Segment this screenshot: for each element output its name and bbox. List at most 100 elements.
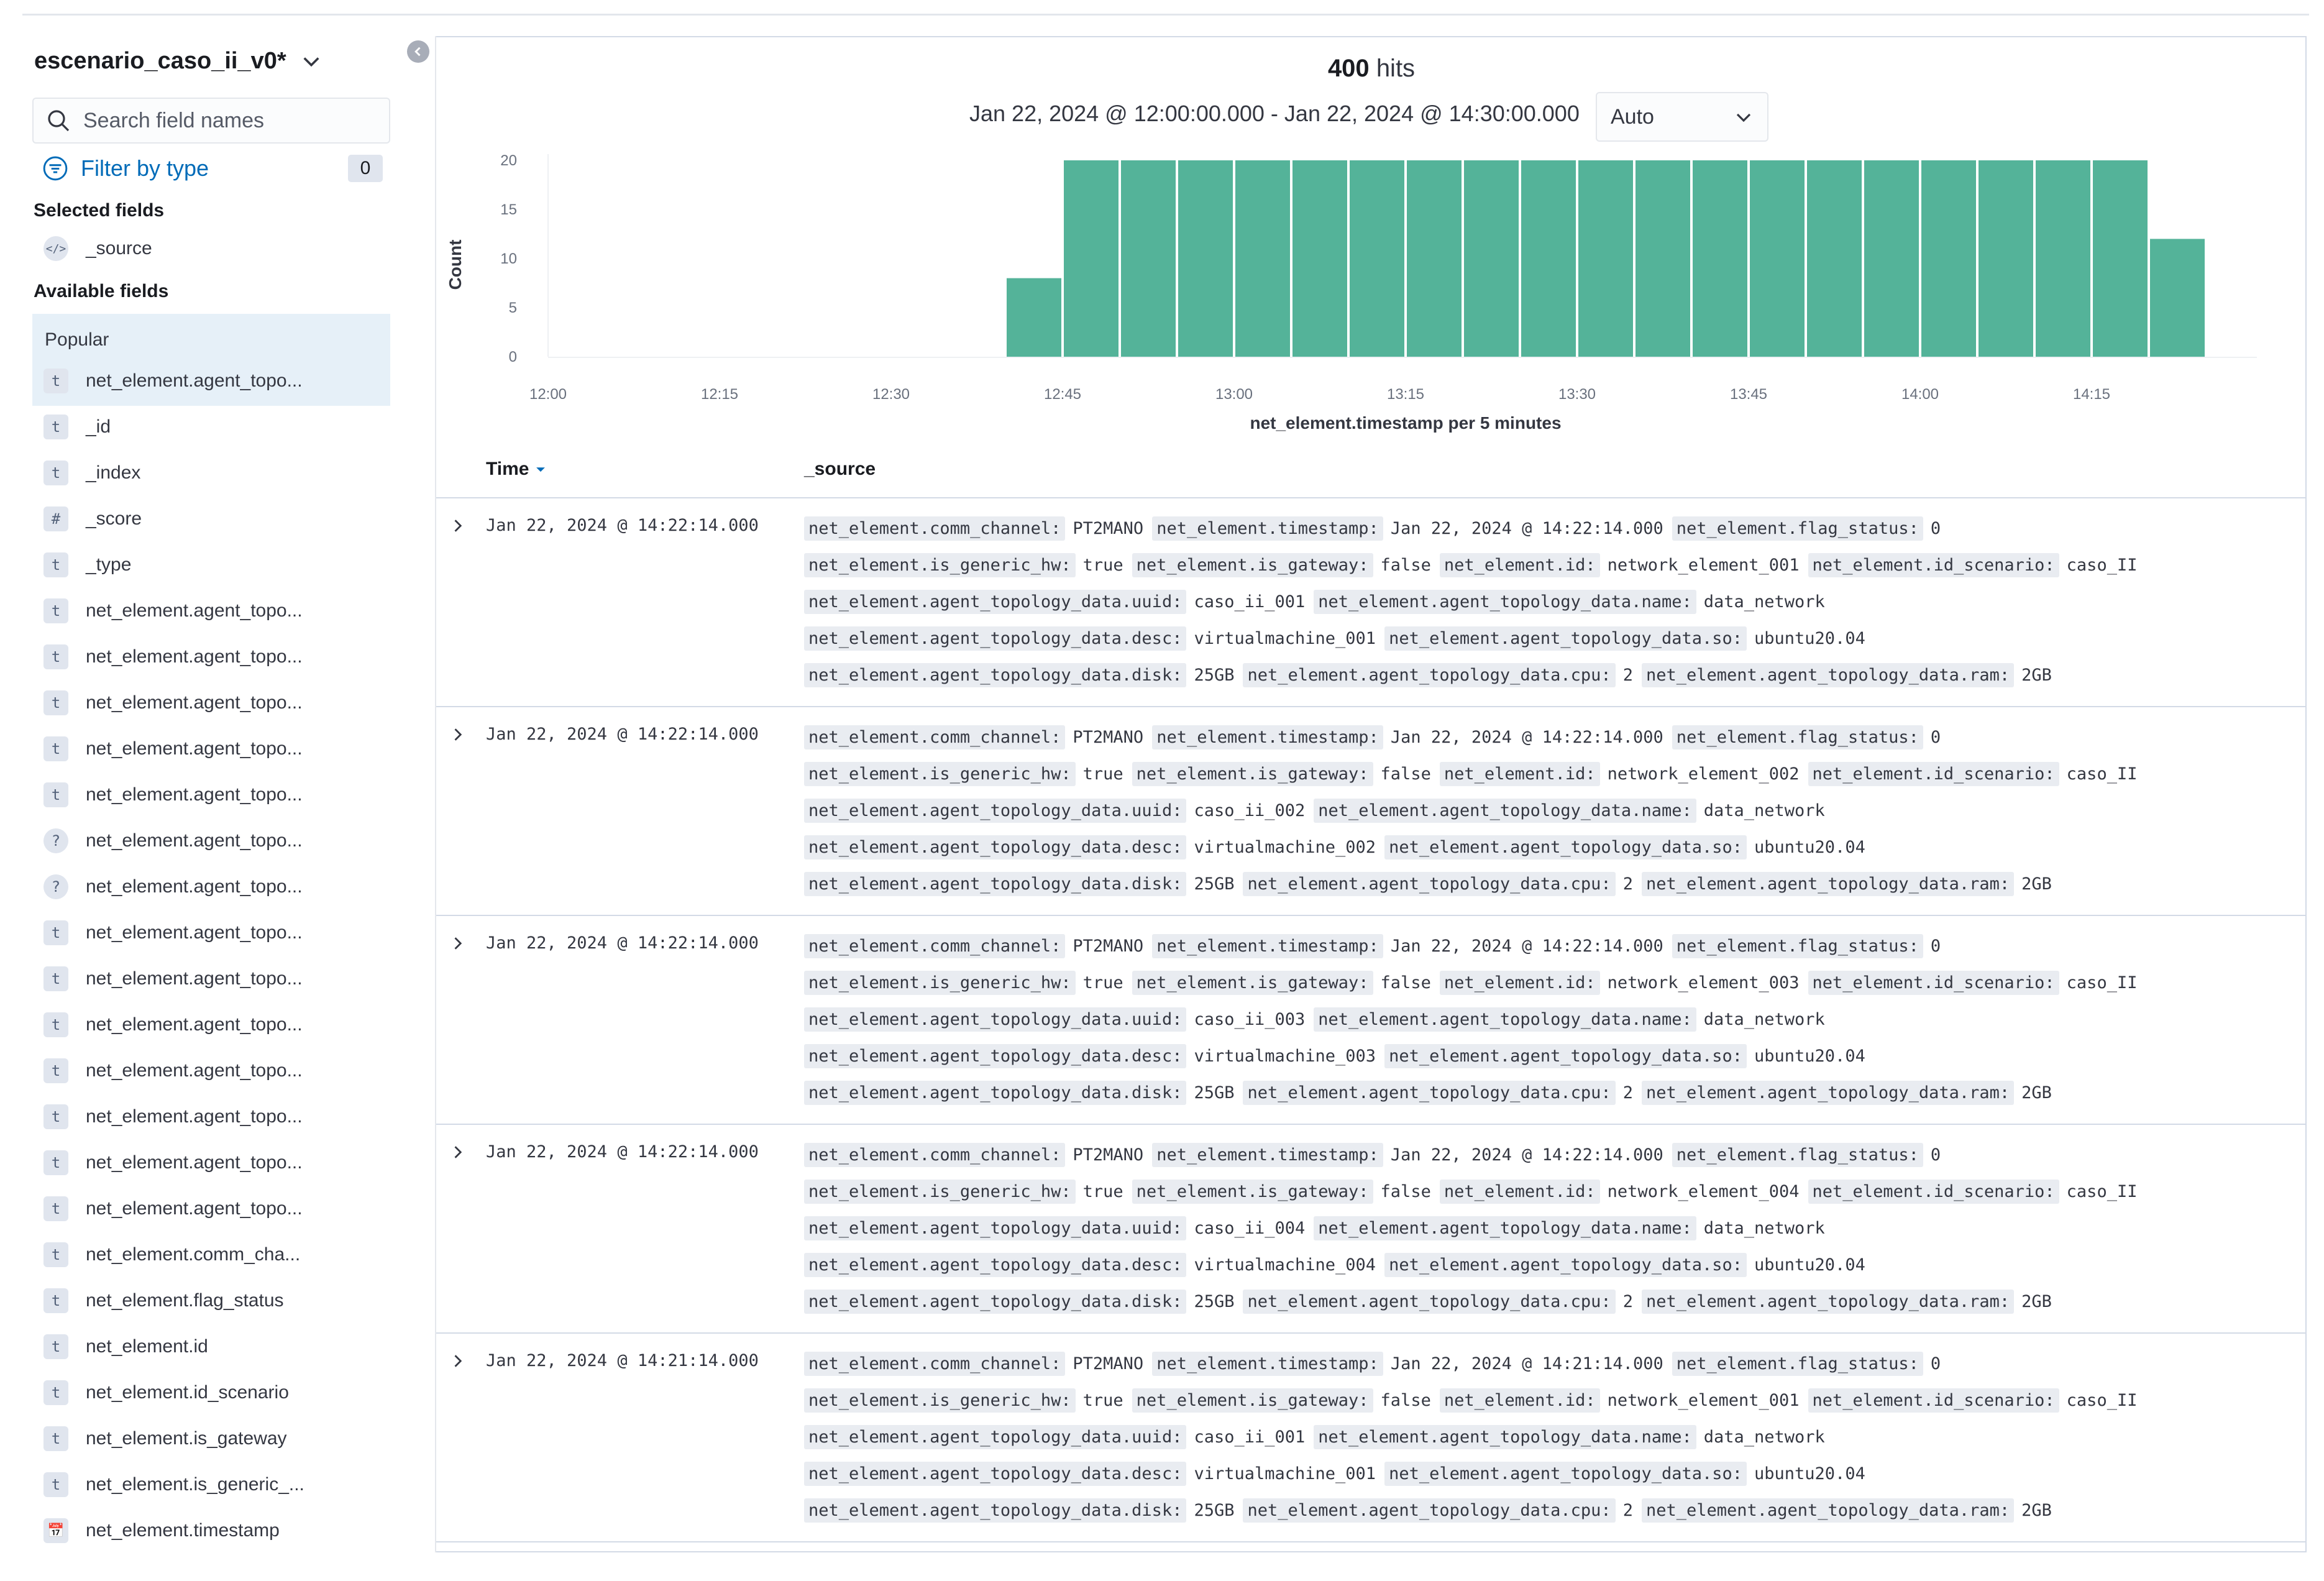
document-timestamp: Jan 22, 2024 @ 14:22:14.000 (486, 516, 759, 535)
filter-label: Filter by type (81, 155, 209, 181)
source-field-key: net_element.id: (1439, 552, 1600, 577)
string-type-icon: t (43, 1334, 68, 1359)
field-item[interactable]: # _score (32, 501, 390, 537)
source-field-key: net_element.comm_channel: (804, 1351, 1066, 1376)
string-type-icon: t (43, 966, 68, 991)
field-item[interactable]: t _type (32, 547, 390, 583)
source-field-key: net_element.agent_topology_data.name: (1314, 1424, 1696, 1449)
histogram-bar (1235, 160, 1290, 357)
field-item[interactable]: t net_element.agent_topo... (32, 1007, 390, 1043)
filter-by-type-button[interactable]: Filter by type 0 (42, 152, 383, 185)
chevron-right-icon (454, 728, 462, 741)
field-item[interactable]: t net_element.agent_topo... (32, 1145, 390, 1181)
source-field-value: virtualmachine_003 (1194, 1046, 1376, 1066)
source-field-value: network_element_003 (1607, 973, 1800, 992)
source-line: net_element.agent_topology_data.desc: vir… (804, 832, 1874, 862)
source-field-value: false (1380, 1390, 1431, 1410)
chevron-right-icon (454, 520, 462, 532)
source-line: net_element.comm_channel: PT2MANO net_elem… (804, 1349, 1949, 1378)
field-item[interactable]: ? net_element.agent_topo... (32, 823, 390, 859)
expand-row-button[interactable] (449, 726, 466, 743)
source-line: net_element.agent_topology_data.uuid: cas… (804, 1004, 1834, 1034)
string-type-icon: t (43, 1196, 68, 1221)
field-item[interactable]: t net_element.id_scenario (32, 1375, 390, 1411)
source-field-value: data_network (1703, 1009, 1825, 1029)
unknown-type-icon: ? (43, 874, 68, 899)
source-field-key: net_element.id: (1439, 1179, 1600, 1204)
source-field-key: net_element.id_scenario: (1808, 761, 2059, 786)
field-item[interactable]: t net_element.id (32, 1329, 390, 1365)
selected-field-source[interactable]: </> _source (32, 231, 390, 267)
source-line: net_element.comm_channel: PT2MANO net_elem… (804, 931, 1949, 961)
source-field-key: net_element.agent_topology_data.ram: (1641, 1289, 2015, 1314)
field-item[interactable]: t net_element.comm_cha... (32, 1237, 390, 1273)
time-column-header[interactable]: Time (486, 459, 547, 480)
source-field-value: caso_ii_002 (1194, 800, 1306, 820)
source-line: net_element.agent_topology_data.desc: vir… (804, 1250, 1874, 1280)
source-field-value: 25GB (1194, 874, 1235, 894)
search-icon (48, 110, 70, 132)
field-item[interactable]: t net_element.agent_topo... (32, 639, 390, 675)
source-field-key: net_element.is_generic_hw: (804, 552, 1076, 577)
field-item[interactable]: t net_element.agent_topo... (32, 777, 390, 813)
source-field-key: net_element.is_gateway: (1132, 1179, 1373, 1204)
collapse-sidebar-button[interactable] (407, 40, 429, 63)
field-item[interactable]: t net_element.agent_topo... (32, 1099, 390, 1135)
source-field-key: net_element.timestamp: (1152, 725, 1383, 749)
source-field-key: net_element.agent_topology_data.ram: (1641, 871, 2015, 896)
field-item[interactable]: t net_element.is_generic_... (32, 1467, 390, 1503)
source-field-value: true (1082, 764, 1123, 784)
field-item[interactable]: t _id (32, 409, 390, 445)
source-field-key: net_element.comm_channel: (804, 1142, 1066, 1167)
search-input[interactable] (83, 108, 375, 133)
x-tick-label: 12:45 (1044, 386, 1081, 403)
field-item[interactable]: t net_element.agent_topo... (32, 1191, 390, 1227)
source-field-key: net_element.agent_topology_data.uuid: (804, 1216, 1187, 1240)
expand-row-button[interactable] (449, 935, 466, 952)
source-field-value: virtualmachine_002 (1194, 837, 1376, 857)
chevron-left-icon (414, 47, 421, 57)
histogram-bar (2150, 239, 2205, 357)
field-item[interactable]: t net_element.flag_status (32, 1283, 390, 1319)
source-field-value: 2GB (2021, 1500, 2052, 1520)
source-field-value: Jan 22, 2024 @ 14:22:14.000 (1390, 1145, 1663, 1165)
source-field-key: net_element.agent_topology_data.disk: (804, 1080, 1187, 1105)
source-field-value: 2GB (2021, 1291, 2052, 1311)
source-line: net_element.agent_topology_data.disk: 25G… (804, 1286, 2061, 1316)
field-name: net_element.agent_topo... (86, 646, 303, 667)
expand-row-button[interactable] (449, 1143, 466, 1161)
source-field-key: net_element.agent_topology_data.desc: (804, 1252, 1187, 1277)
histogram-bar (1693, 160, 1747, 357)
field-item[interactable]: t net_element.agent_topo... (32, 961, 390, 997)
source-field-value: data_network (1703, 1427, 1825, 1447)
field-item[interactable]: t net_element.is_gateway (32, 1421, 390, 1457)
field-item[interactable]: t net_element.agent_topo... (32, 731, 390, 767)
source-field-key: net_element.is_gateway: (1132, 761, 1373, 786)
popular-field-item[interactable]: t net_element.agent_topo... (32, 363, 390, 399)
source-field-value: false (1380, 1181, 1431, 1201)
field-item[interactable]: t net_element.agent_topo... (32, 593, 390, 629)
index-pattern-selector[interactable]: escenario_caso_ii_v0* (34, 45, 323, 77)
source-field-key: net_element.is_gateway: (1132, 970, 1373, 995)
field-item[interactable]: t net_element.agent_topo... (32, 685, 390, 721)
source-line: net_element.agent_topology_data.desc: vir… (804, 1041, 1874, 1071)
field-item[interactable]: 📅 net_element.timestamp (32, 1513, 390, 1549)
source-field-key: net_element.timestamp: (1152, 516, 1383, 541)
histogram-bar (1864, 160, 1919, 357)
expand-row-button[interactable] (449, 1352, 466, 1370)
source-field-value: PT2MANO (1073, 936, 1144, 956)
source-field-value: caso_II (2066, 973, 2138, 992)
field-item[interactable]: t net_element.agent_topo... (32, 1053, 390, 1089)
source-field-value: virtualmachine_001 (1194, 1464, 1376, 1483)
field-name: net_element.agent_topo... (86, 370, 303, 391)
source-field-value: false (1380, 764, 1431, 784)
source-line: net_element.agent_topology_data.uuid: cas… (804, 1213, 1834, 1243)
field-item[interactable]: ? net_element.agent_topo... (32, 869, 390, 905)
string-type-icon: t (43, 1380, 68, 1405)
field-name: net_element.agent_topo... (86, 922, 303, 943)
string-type-icon: t (43, 415, 68, 439)
source-field-key: net_element.id: (1439, 1388, 1600, 1413)
field-item[interactable]: t _index (32, 455, 390, 491)
expand-row-button[interactable] (449, 517, 466, 534)
field-item[interactable]: t net_element.agent_topo... (32, 915, 390, 951)
